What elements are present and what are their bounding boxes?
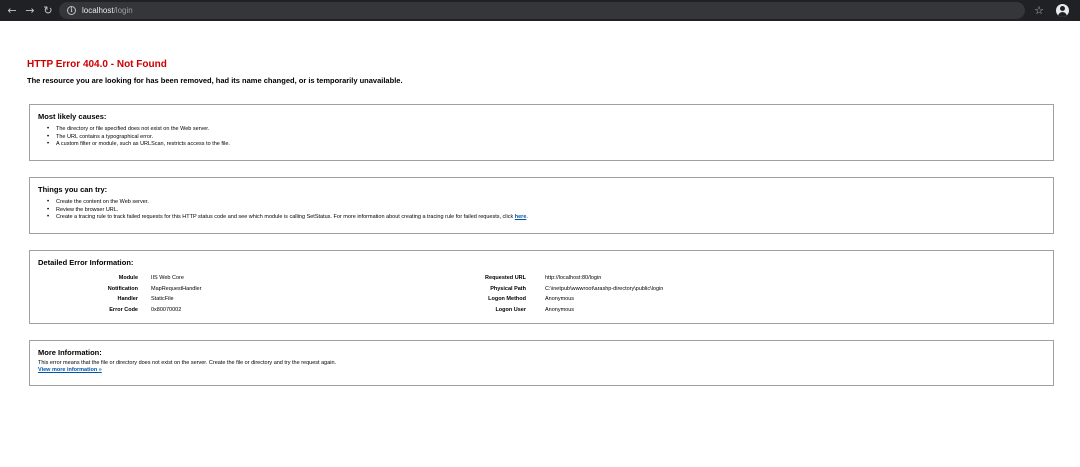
more-text: This error means that the file or direct… (38, 360, 337, 366)
tracing-end: . (526, 214, 528, 220)
detail-label: Handler (117, 296, 138, 303)
detail-row: Logon Method Anonymous (446, 294, 663, 305)
causes-heading: Most likely causes: (38, 112, 107, 121)
detail-label: Requested URL (485, 275, 526, 281)
detail-value: http://localhost:80/login (545, 275, 602, 281)
details-box: Detailed Error Information: Module IIS We… (29, 250, 1054, 324)
detail-label: Error Code (109, 307, 138, 314)
detail-row: Logon User Anonymous (446, 305, 663, 316)
details-right-column: Requested URL http://localhost:80/login P… (446, 273, 663, 316)
detail-row: Requested URL http://localhost:80/login (446, 273, 663, 284)
address-bar[interactable]: i localhost/login (59, 2, 1025, 19)
details-left-column: Module IIS Web Core Notification MapReques… (58, 273, 202, 316)
browser-toolbar: ← → ↻ i localhost/login ☆ (0, 0, 1080, 21)
detail-value: IIS Web Core (151, 275, 184, 281)
detail-value: Anonymous (545, 296, 575, 303)
arrow-left-icon[interactable]: ← (3, 0, 21, 21)
causes-list: The directory or file specified does not… (47, 126, 230, 149)
more-info-box: More Information: This error means that … (29, 340, 1054, 386)
detail-row: Physical Path C:\inetpub\wwwroot\arashp-d… (446, 284, 663, 295)
detail-value: 0x80070002 (151, 307, 182, 314)
view-more-link[interactable]: View more information » (38, 367, 102, 374)
here-link[interactable]: here (515, 214, 527, 220)
detail-value: StaticFile (151, 296, 174, 303)
error-subtitle: The resource you are looking for has bee… (27, 76, 403, 85)
reload-icon[interactable]: ↻ (39, 0, 57, 21)
error-title: HTTP Error 404.0 - Not Found (27, 59, 167, 70)
url-path: /login (113, 6, 133, 15)
list-item: Create a tracing rule to track failed re… (47, 214, 528, 222)
try-list: Create the content on the Web server. Re… (47, 199, 528, 222)
avatar-icon[interactable] (1056, 4, 1069, 17)
detail-row: Notification MapRequestHandler (58, 284, 202, 295)
detail-row: Handler StaticFile (58, 294, 201, 305)
detail-row: Error Code 0x80070002 (58, 305, 201, 316)
detail-row: Module IIS Web Core (58, 273, 201, 284)
url-text[interactable]: localhost/login (82, 6, 133, 15)
try-heading: Things you can try: (38, 185, 108, 194)
detail-value: Anonymous (545, 307, 575, 314)
list-item: Review the browser URL. (47, 207, 528, 215)
detail-value: C:\inetpub\wwwroot\arashp-directory\publ… (545, 285, 664, 292)
detail-label: Logon Method (488, 296, 526, 303)
try-box: Things you can try: Create the content o… (29, 177, 1054, 234)
causes-box: Most likely causes: The directory or fil… (29, 104, 1054, 161)
detail-label: Physical Path (490, 285, 526, 292)
detail-label: Logon User (495, 307, 526, 314)
url-host: localhost (82, 6, 114, 15)
list-item: The directory or file specified does not… (47, 126, 230, 134)
more-heading: More Information: (38, 348, 102, 357)
list-item: The URL contains a typographical error. (47, 134, 230, 142)
star-icon[interactable]: ☆ (1034, 4, 1044, 17)
detail-value: MapRequestHandler (151, 285, 202, 292)
details-heading: Detailed Error Information: (38, 258, 134, 267)
tracing-text: Create a tracing rule to track failed re… (56, 214, 515, 220)
list-item: Create the content on the Web server. (47, 199, 528, 207)
arrow-right-icon[interactable]: → (21, 0, 39, 21)
info-icon[interactable]: i (67, 6, 76, 15)
list-item: A custom filter or module, such as URLSc… (47, 141, 230, 149)
detail-label: Notification (107, 285, 138, 292)
detail-label: Module (118, 275, 138, 281)
